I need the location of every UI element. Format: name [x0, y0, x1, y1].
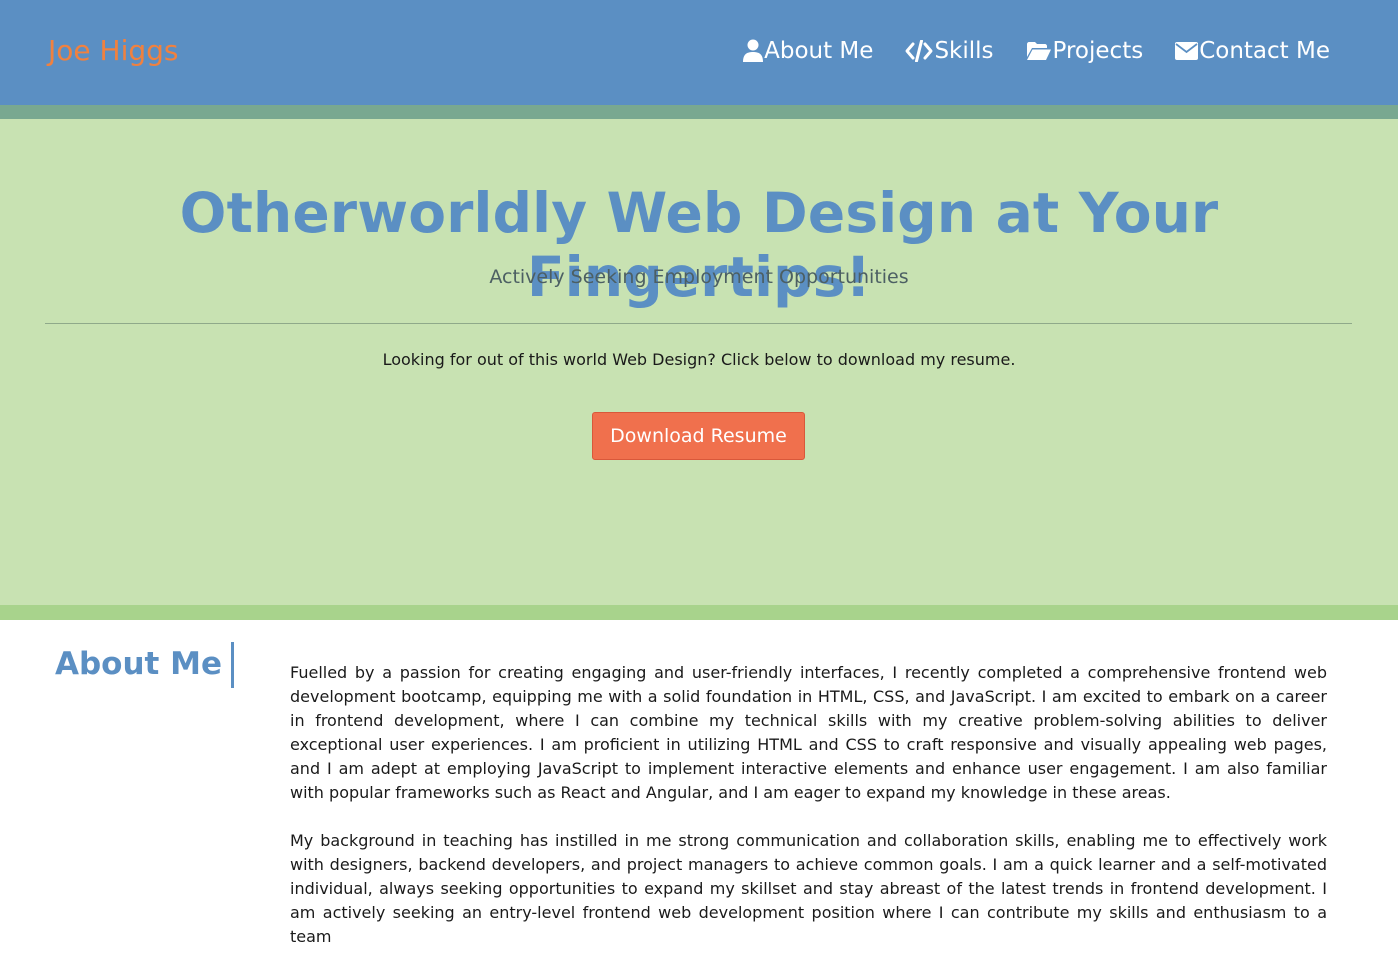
about-paragraph: Fuelled by a passion for creating engagi… [290, 663, 1327, 802]
nav-label: About Me [764, 38, 874, 64]
user-icon [743, 39, 764, 62]
hero-divider [45, 323, 1352, 324]
hero-text: Looking for out of this world Web Design… [382, 350, 1016, 369]
nav-label: Skills [934, 38, 994, 64]
navbar: Joe Higgs About Me Skills Projects Conta… [0, 0, 1398, 105]
hero-subtitle: Actively Seeking Employment Opportunitie… [489, 266, 909, 288]
hero-section: Otherworldly Web Design at Your Fingerti… [0, 119, 1398, 605]
envelope-icon [1175, 42, 1199, 60]
code-icon [905, 40, 933, 62]
nav-contact-me[interactable]: Contact Me [1175, 35, 1330, 67]
main-nav: About Me Skills Projects Contact Me [743, 35, 1330, 67]
about-heading: About Me [55, 642, 235, 688]
about-body: Fuelled by a passion for creating engagi… [290, 661, 1327, 973]
brand-name[interactable]: Joe Higgs [48, 33, 178, 69]
nav-label: Projects [1052, 38, 1144, 64]
folder-open-icon [1026, 42, 1051, 60]
nav-skills[interactable]: Skills [905, 35, 994, 67]
about-paragraph: My background in teaching has instilled … [290, 831, 1327, 946]
divider-band-bottom [0, 605, 1398, 620]
nav-about-me[interactable]: About Me [743, 35, 873, 67]
about-section: About Me Fuelled by a passion for creati… [0, 620, 1398, 946]
nav-projects[interactable]: Projects [1026, 35, 1144, 67]
download-resume-button[interactable]: Download Resume [592, 412, 805, 460]
nav-label: Contact Me [1199, 38, 1330, 64]
divider-band-top [0, 105, 1398, 119]
